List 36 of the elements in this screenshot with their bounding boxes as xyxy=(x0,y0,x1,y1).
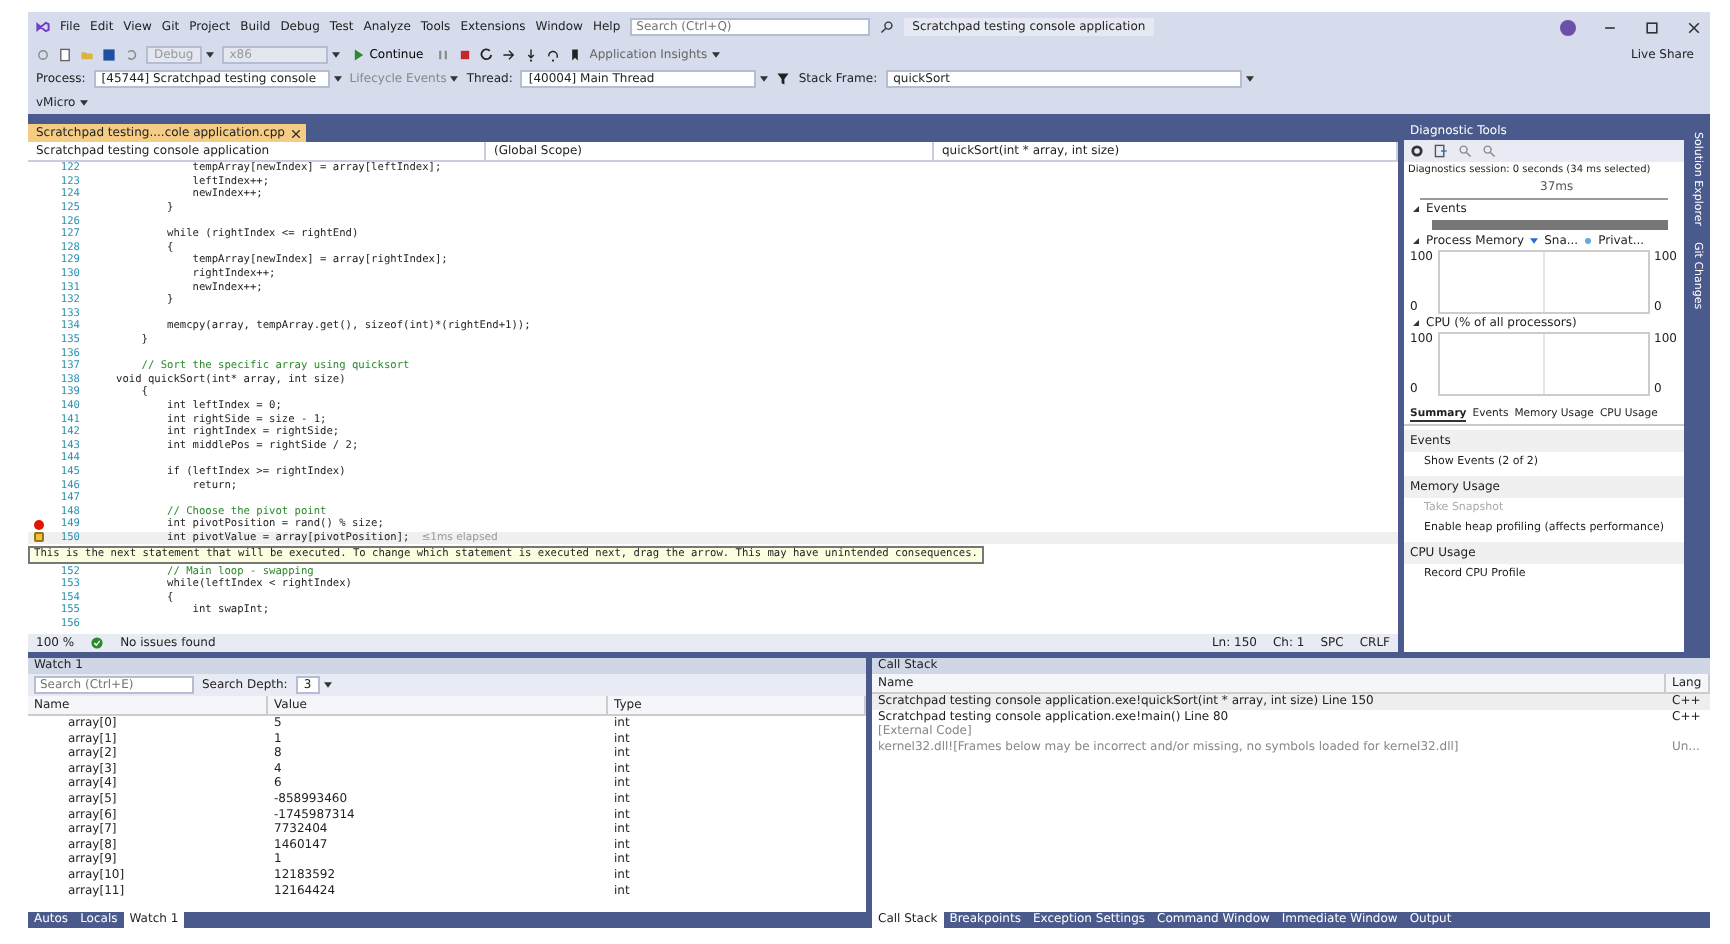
caret-icon xyxy=(205,51,214,57)
close-icon[interactable] xyxy=(291,129,299,137)
pause-icon[interactable] xyxy=(435,47,450,61)
collapse-icon[interactable] xyxy=(1412,238,1420,244)
save-icon[interactable] xyxy=(102,47,116,61)
collapse-icon[interactable] xyxy=(1412,320,1420,326)
dot-icon xyxy=(1584,238,1593,244)
step-into-icon[interactable] xyxy=(523,47,538,61)
caret-icon xyxy=(79,99,88,105)
zoom-out-icon[interactable] xyxy=(1482,144,1496,158)
caret-icon xyxy=(711,51,720,57)
new-file-icon[interactable] xyxy=(58,47,72,61)
avatar[interactable] xyxy=(1560,19,1576,35)
restart-icon[interactable] xyxy=(479,47,494,61)
current-statement-icon[interactable] xyxy=(33,532,43,543)
export-icon[interactable] xyxy=(1434,144,1448,158)
collapse-icon[interactable] xyxy=(1412,206,1420,212)
close-icon[interactable] xyxy=(1686,19,1702,35)
breakpoint-icon[interactable] xyxy=(33,519,43,530)
stop-icon[interactable] xyxy=(457,47,472,61)
caret-icon xyxy=(323,682,332,688)
play-icon xyxy=(351,47,366,61)
bookmark-icon[interactable] xyxy=(567,47,582,61)
caret-icon xyxy=(331,51,340,57)
step-over-icon[interactable] xyxy=(545,47,560,61)
caret-icon xyxy=(1245,75,1254,81)
app-logo-icon xyxy=(36,20,50,34)
zoom-in-icon[interactable] xyxy=(1458,144,1472,158)
caret-icon xyxy=(760,75,769,81)
undo-icon[interactable] xyxy=(124,47,138,61)
settings-icon[interactable] xyxy=(1410,144,1424,158)
arrow-right-icon[interactable] xyxy=(501,47,516,61)
caret-icon xyxy=(333,75,342,81)
caret-icon xyxy=(450,75,459,81)
maximize-icon[interactable] xyxy=(1644,19,1660,35)
search-icon xyxy=(880,20,895,34)
